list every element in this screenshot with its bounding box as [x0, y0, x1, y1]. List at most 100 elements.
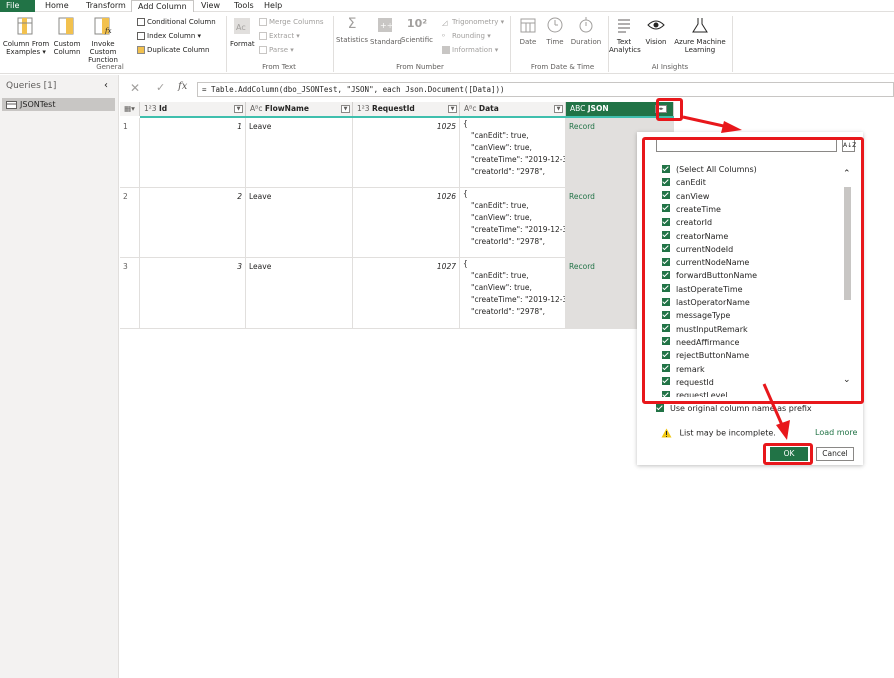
formula-bar: ✕ ✓ fx = Table.AddColumn(dbo_JSONTest, "… — [120, 80, 894, 98]
stopwatch-icon — [579, 17, 593, 33]
cell-requestid[interactable]: 1027 — [353, 258, 460, 329]
cell-data[interactable]: { "canEdit": true, "canView": true, "cre… — [460, 118, 566, 188]
data-line: { — [463, 119, 468, 128]
duration-button[interactable]: Duration — [569, 16, 603, 46]
filter-dropdown-icon[interactable]: ▼ — [234, 105, 243, 113]
cancel-button[interactable]: Cancel — [816, 447, 854, 461]
index-column-label: Index Column ▾ — [147, 32, 202, 40]
highlight-column-list — [642, 137, 864, 404]
custom-column-label: Custom Column — [53, 40, 81, 56]
menu-home[interactable]: Home — [39, 0, 75, 12]
invoke-custom-function-button[interactable]: fx Invoke Custom Function — [83, 16, 123, 64]
checkbox-checked-icon[interactable] — [656, 403, 664, 412]
time-button[interactable]: Time — [543, 16, 567, 46]
incomplete-warning: List may be incomplete. — [661, 428, 776, 438]
date-label: Date — [519, 38, 537, 46]
conditional-column-button[interactable]: Conditional Column — [137, 17, 216, 27]
format-icon: Ac — [234, 18, 250, 34]
cell-data[interactable]: { "canEdit": true, "canView": true, "cre… — [460, 258, 566, 329]
trigonometry-button[interactable]: ◿ Trigonometry ▾ — [442, 17, 504, 27]
prefix-option[interactable]: Use original column name as prefix — [656, 403, 812, 413]
azure-ml-button[interactable]: Azure Machine Learning — [671, 16, 729, 54]
clock-icon — [547, 17, 563, 33]
group-general-label: General — [96, 63, 124, 71]
cell-requestid[interactable]: 1025 — [353, 118, 460, 188]
data-grid: ▦▾ 1²3 Id ▼ Aᴮc FlowName ▼ 1²3 RequestId ▼ … — [120, 102, 674, 329]
information-label: Information ▾ — [452, 46, 499, 54]
trigonometry-icon: ◿ — [442, 19, 448, 27]
table-icon — [6, 101, 17, 109]
vision-label: Vision — [645, 38, 667, 46]
cell-id[interactable]: 1 — [140, 118, 246, 188]
formula-input[interactable]: = Table.AddColumn(dbo_JSONTest, "JSON", … — [197, 82, 894, 97]
column-header-data[interactable]: Aᴮc Data ▼ — [460, 102, 566, 116]
cell-requestid[interactable]: 1026 — [353, 188, 460, 258]
column-header-label: FlowName — [264, 104, 309, 113]
highlight-ok-button — [763, 443, 813, 465]
column-from-examples-button[interactable]: Column From Examples ▾ — [2, 16, 50, 56]
merge-columns-button[interactable]: Merge Columns — [259, 17, 324, 27]
cell-id[interactable]: 3 — [140, 258, 246, 329]
index-column-button[interactable]: Index Column ▾ — [137, 31, 201, 41]
data-line: "canEdit": true, — [471, 201, 529, 210]
cell-data[interactable]: { "canEdit": true, "canView": true, "cre… — [460, 188, 566, 258]
menu-tools[interactable]: Tools — [228, 0, 260, 12]
scientific-button[interactable]: 10² Scientific — [401, 16, 433, 44]
row-number: 2 — [120, 188, 140, 258]
statistics-button[interactable]: Σ Statistics — [336, 16, 368, 44]
date-button[interactable]: Date — [516, 16, 540, 46]
menu-help[interactable]: Help — [258, 0, 288, 12]
conditional-column-label: Conditional Column — [147, 18, 216, 26]
fx-icon[interactable]: fx — [178, 81, 187, 92]
table-menu-icon[interactable]: ▦▾ — [120, 102, 140, 116]
column-header-flowname[interactable]: Aᴮc FlowName ▼ — [246, 102, 353, 116]
filter-dropdown-icon[interactable]: ▼ — [448, 105, 457, 113]
cancel-icon[interactable]: ✕ — [130, 81, 140, 95]
scientific-label: Scientific — [401, 36, 433, 44]
merge-columns-label: Merge Columns — [269, 18, 324, 26]
cell-flowname[interactable]: Leave — [246, 118, 353, 188]
rounding-icon: ⁰ — [442, 33, 445, 41]
filter-dropdown-icon[interactable]: ▼ — [554, 105, 563, 113]
svg-text:fx: fx — [104, 27, 112, 35]
column-header-requestid[interactable]: 1²3 RequestId ▼ — [353, 102, 460, 116]
statistics-label: Statistics — [336, 36, 368, 44]
group-ai-insights-label: AI Insights — [651, 63, 689, 71]
data-line: "createTime": "2019-12-31 14 — [471, 225, 565, 234]
cell-id[interactable]: 2 — [140, 188, 246, 258]
cell-flowname[interactable]: Leave — [246, 258, 353, 329]
custom-column-button[interactable]: Custom Column — [52, 16, 82, 56]
parse-icon — [259, 46, 267, 54]
information-button[interactable]: Information ▾ — [442, 45, 498, 55]
text-type-icon: Aᴮc — [250, 104, 265, 113]
rounding-label: Rounding ▾ — [452, 32, 491, 40]
svg-text:Ac: Ac — [236, 23, 246, 32]
cell-flowname[interactable]: Leave — [246, 188, 353, 258]
duplicate-column-button[interactable]: Duplicate Column — [137, 45, 209, 55]
menu-file[interactable]: File — [0, 0, 35, 12]
menu-transform[interactable]: Transform — [80, 0, 132, 12]
data-line: "creatorId": "2978", — [471, 167, 546, 176]
conditional-column-icon — [137, 18, 145, 26]
vision-button[interactable]: Vision — [643, 16, 669, 46]
standard-button[interactable]: +÷ Standard — [370, 16, 402, 46]
menu-view[interactable]: View — [195, 0, 226, 12]
load-more-link[interactable]: Load more — [815, 428, 857, 437]
row-number: 1 — [120, 118, 140, 188]
flask-icon — [692, 18, 708, 33]
parse-button[interactable]: Parse ▾ — [259, 45, 294, 55]
format-button[interactable]: Ac Format — [230, 16, 255, 48]
extract-button[interactable]: Extract ▾ — [259, 31, 300, 41]
collapse-icon[interactable]: ‹ — [104, 80, 108, 91]
query-item[interactable]: JSONTest — [2, 98, 115, 111]
group-separator — [510, 16, 511, 72]
column-header-id[interactable]: 1²3 Id ▼ — [140, 102, 246, 116]
text-analytics-button[interactable]: Text Analytics — [609, 16, 641, 54]
arrow-line — [682, 115, 729, 129]
duplicate-column-icon — [137, 46, 145, 54]
commit-icon[interactable]: ✓ — [156, 81, 165, 94]
merge-columns-icon — [259, 18, 267, 26]
filter-dropdown-icon[interactable]: ▼ — [341, 105, 350, 113]
rounding-button[interactable]: ⁰ Rounding ▾ — [442, 31, 491, 41]
number-type-icon: 1²3 — [144, 104, 159, 113]
